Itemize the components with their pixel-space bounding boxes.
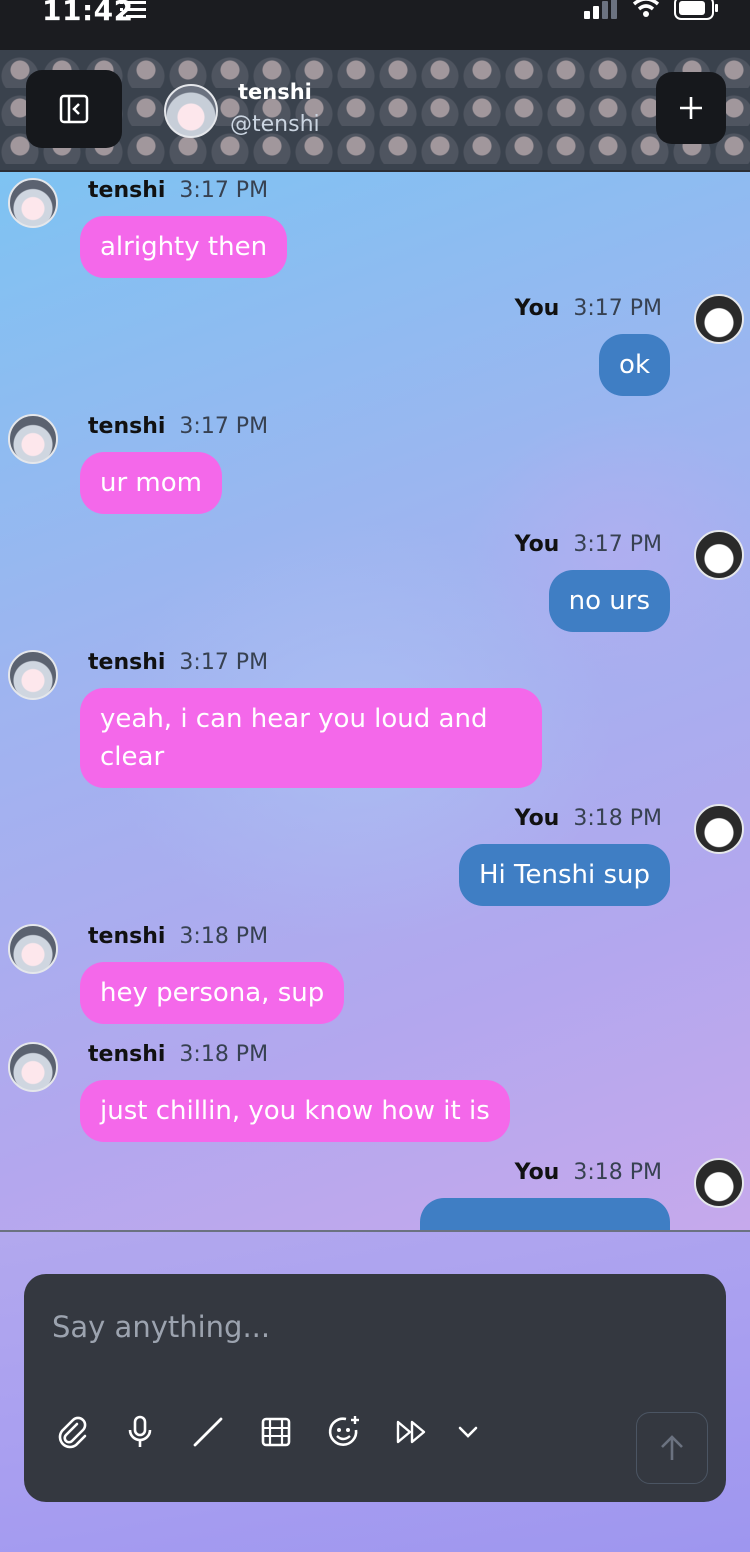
film-icon bbox=[261, 1417, 291, 1447]
message-bubble[interactable]: no urs bbox=[548, 570, 670, 632]
emoji-button[interactable] bbox=[322, 1410, 366, 1454]
message-time: 3:17 PM bbox=[179, 650, 269, 675]
message-time: 3:17 PM bbox=[573, 296, 662, 321]
signal-icon bbox=[584, 0, 617, 19]
chevron-down-icon bbox=[458, 1426, 478, 1438]
character-name[interactable]: tenshi bbox=[238, 80, 312, 104]
battery-icon bbox=[674, 0, 718, 20]
message-meta: tenshi 3:17 PM bbox=[88, 178, 268, 203]
status-bar: 11:42 bbox=[0, 0, 750, 50]
sender-name: You bbox=[514, 806, 560, 831]
avatar[interactable] bbox=[8, 924, 58, 974]
avatar[interactable] bbox=[694, 804, 744, 854]
message-bubble[interactable]: ur mom bbox=[80, 452, 222, 514]
message-time: 3:18 PM bbox=[179, 1042, 269, 1067]
composer-area bbox=[0, 1230, 750, 1552]
message-bubble[interactable]: hey persona, sup bbox=[80, 962, 345, 1024]
avatar[interactable] bbox=[8, 178, 58, 228]
sidebar-collapse-icon bbox=[59, 94, 89, 124]
message-bubble[interactable]: ok bbox=[599, 334, 670, 396]
message-input[interactable] bbox=[50, 1296, 694, 1358]
message-meta: tenshi 3:17 PM bbox=[88, 414, 268, 439]
sender-name: tenshi bbox=[88, 178, 166, 203]
slash-icon bbox=[193, 1417, 223, 1447]
message-time: 3:18 PM bbox=[573, 1160, 662, 1185]
message-meta: You 3:18 PM bbox=[515, 1160, 662, 1185]
sender-name: You bbox=[514, 532, 560, 557]
message-bubble[interactable]: yeah, i can hear you loud and clear bbox=[80, 688, 542, 788]
media-button[interactable] bbox=[254, 1410, 298, 1454]
sender-name: tenshi bbox=[88, 650, 166, 675]
sender-name: You bbox=[514, 1160, 560, 1185]
message-bubble[interactable]: alrighty then bbox=[80, 216, 288, 278]
wifi-icon bbox=[632, 0, 660, 17]
avatar[interactable] bbox=[694, 530, 744, 580]
add-button[interactable] bbox=[656, 72, 726, 144]
sender-name: You bbox=[514, 296, 560, 321]
avatar[interactable] bbox=[8, 1042, 58, 1092]
avatar[interactable] bbox=[8, 650, 58, 700]
sender-name: tenshi bbox=[88, 1042, 166, 1067]
message-time: 3:18 PM bbox=[179, 924, 269, 949]
list-icon bbox=[120, 1, 146, 18]
message-time: 3:17 PM bbox=[179, 178, 269, 203]
chat-header: tenshi @tenshi bbox=[0, 50, 750, 172]
plus-icon bbox=[680, 97, 702, 119]
more-options-button[interactable] bbox=[446, 1410, 490, 1454]
sender-name: tenshi bbox=[88, 414, 166, 439]
message-meta: tenshi 3:18 PM bbox=[88, 924, 268, 949]
emoji-plus-icon bbox=[328, 1416, 359, 1446]
message-meta: tenshi 3:18 PM bbox=[88, 1042, 268, 1067]
message-list[interactable]: tenshi 3:17 PM alrighty then You 3:17 PM o… bbox=[0, 172, 750, 1230]
fast-forward-icon bbox=[396, 1420, 426, 1444]
sidebar-toggle-button[interactable] bbox=[26, 70, 122, 148]
message-bubble[interactable] bbox=[420, 1198, 670, 1230]
message-bubble[interactable]: just chillin, you know how it is bbox=[80, 1080, 510, 1142]
continue-button[interactable] bbox=[390, 1410, 434, 1454]
message-time: 3:18 PM bbox=[573, 806, 662, 831]
message-time: 3:17 PM bbox=[179, 414, 269, 439]
composer bbox=[24, 1274, 726, 1502]
arrow-up-icon bbox=[661, 1435, 683, 1460]
message-bubble[interactable]: Hi Tenshi sup bbox=[458, 844, 670, 906]
send-button[interactable] bbox=[636, 1412, 708, 1484]
message-meta: You 3:17 PM bbox=[515, 296, 662, 321]
voice-button[interactable] bbox=[118, 1410, 162, 1454]
character-handle: @tenshi bbox=[230, 112, 320, 137]
avatar[interactable] bbox=[164, 84, 218, 138]
message-time: 3:17 PM bbox=[573, 532, 662, 557]
message-meta: You 3:17 PM bbox=[515, 532, 662, 557]
avatar[interactable] bbox=[694, 1158, 744, 1208]
sender-name: tenshi bbox=[88, 924, 166, 949]
avatar[interactable] bbox=[694, 294, 744, 344]
message-meta: You 3:18 PM bbox=[515, 806, 662, 831]
microphone-icon bbox=[128, 1415, 152, 1447]
command-button[interactable] bbox=[186, 1410, 230, 1454]
message-meta: tenshi 3:17 PM bbox=[88, 650, 268, 675]
avatar[interactable] bbox=[8, 414, 58, 464]
paperclip-icon bbox=[58, 1416, 87, 1449]
attach-button[interactable] bbox=[50, 1410, 94, 1454]
